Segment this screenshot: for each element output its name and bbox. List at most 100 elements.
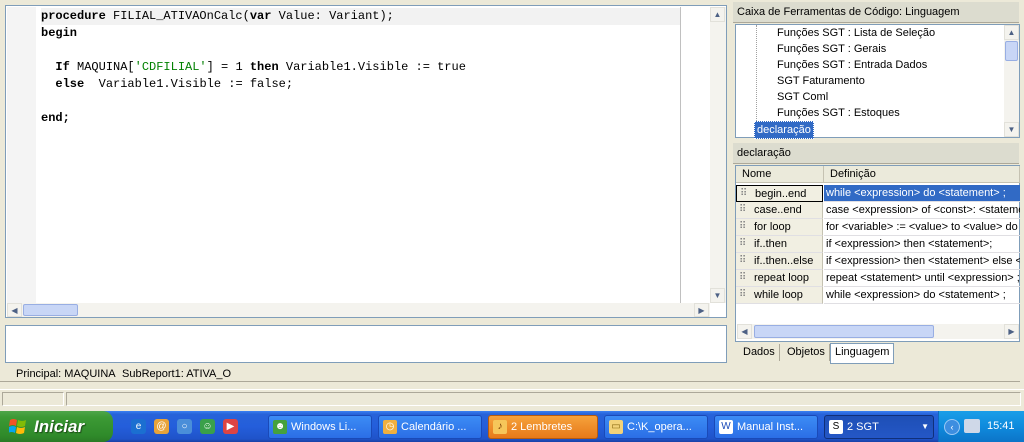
table-row[interactable]: if..then if <expression> then <statement…: [736, 236, 1021, 253]
scroll-up-arrow-icon[interactable]: ▲: [1004, 25, 1019, 40]
people-icon: ☻: [273, 420, 287, 434]
table-row[interactable]: case..end case <expression> of <const>: …: [736, 202, 1021, 219]
tree-item[interactable]: Funções SGT : Entrada Dados: [777, 57, 927, 73]
tab-principal[interactable]: Principal: MAQUINA: [10, 366, 122, 382]
horizontal-scroll-thumb[interactable]: [23, 304, 78, 316]
code-text: MAQUINA[: [69, 60, 135, 74]
start-label: Iniciar: [34, 417, 85, 436]
system-tray: ‹ 15:41: [938, 411, 1024, 442]
code-editor[interactable]: procedure FILIAL_ATIVAOnCalc(var Value: …: [5, 5, 727, 318]
scroll-down-arrow-icon[interactable]: ▼: [710, 288, 725, 303]
tree-item[interactable]: Funções SGT : Lista de Seleção: [777, 25, 935, 41]
code-line[interactable]: else Variable1.Visible := false;: [41, 76, 293, 93]
column-header-name[interactable]: Nome: [736, 166, 824, 183]
table-row[interactable]: begin..end while <expression> do <statem…: [736, 185, 1021, 202]
row-name: repeat loop: [736, 270, 823, 287]
taskbar-button-label: 2 SGT: [847, 421, 879, 433]
grid-horizontal-scrollbar[interactable]: ◀ ▶: [737, 324, 1019, 339]
outlook-icon[interactable]: ○: [177, 419, 192, 434]
taskbar-button-label: Calendário ...: [401, 421, 467, 433]
table-row[interactable]: for loop for <variable> := <value> to <v…: [736, 219, 1021, 236]
start-button[interactable]: Iniciar: [0, 411, 113, 442]
row-definition: while <expression> do <statement> ;: [824, 287, 1020, 304]
code-keyword: else: [55, 77, 85, 91]
row-name: if..then..else: [736, 253, 823, 270]
taskbar-button-manual[interactable]: W Manual Inst...: [714, 415, 818, 439]
tab-subreport1[interactable]: SubReport1: ATIVA_O: [116, 366, 237, 382]
declaration-grid[interactable]: Nome Definição begin..end while <express…: [735, 165, 1020, 342]
tree-item-declaracao[interactable]: declaração: [754, 121, 814, 139]
table-row[interactable]: repeat loop repeat <statement> until <ex…: [736, 270, 1021, 287]
taskbar-button-folder[interactable]: ▭ C:\K_opera...: [604, 415, 708, 439]
tree-vertical-scrollbar[interactable]: ▲ ▼: [1004, 25, 1019, 137]
taskbar-button-sgt[interactable]: S 2 SGT ▼: [824, 415, 934, 439]
calendar-icon: ◷: [383, 420, 397, 434]
row-definition: if <expression> then <statement> else <s…: [824, 253, 1020, 270]
row-definition: for <variable> := <value> to <value> do …: [824, 219, 1020, 236]
tree-item[interactable]: SGT Faturamento: [777, 73, 865, 89]
declaration-title: declaração: [733, 143, 1019, 164]
editor-horizontal-scrollbar[interactable]: ◀ ▶: [7, 303, 710, 317]
scroll-right-arrow-icon[interactable]: ▶: [1004, 324, 1019, 339]
right-margin-line: [680, 7, 681, 303]
taskbar-button-windows-live[interactable]: ☻ Windows Li...: [268, 415, 372, 439]
row-name: begin..end: [736, 185, 823, 202]
tab-objetos[interactable]: Objetos: [783, 344, 830, 361]
taskbar-button-calendario[interactable]: ◷ Calendário ...: [378, 415, 482, 439]
taskbar-button-label: C:\K_opera...: [627, 421, 692, 433]
tree-item[interactable]: Funções SGT : Gerais: [777, 41, 886, 57]
code-lines[interactable]: procedure FILIAL_ATIVAOnCalc(var Value: …: [41, 8, 681, 301]
table-row[interactable]: while loop while <expression> do <statem…: [736, 287, 1021, 304]
row-definition: case <expression> of <const>: <statement: [824, 202, 1020, 219]
mail-icon[interactable]: @: [154, 419, 169, 434]
tab-linguagem[interactable]: Linguagem: [830, 343, 895, 364]
toolbox-title: Caixa de Ferramentas de Código: Linguage…: [733, 2, 1019, 23]
messenger-icon[interactable]: ☺: [200, 419, 215, 434]
internet-explorer-icon[interactable]: e: [131, 419, 146, 434]
panel-tabs: Dados Objetos Linguagem: [735, 343, 1020, 364]
messages-panel[interactable]: [5, 325, 727, 363]
code-toolbox-panel: Caixa de Ferramentas de Código: Linguage…: [733, 0, 1024, 366]
code-keyword: If: [55, 60, 70, 74]
tab-dados[interactable]: Dados: [739, 344, 780, 361]
scroll-left-arrow-icon[interactable]: ◀: [737, 324, 752, 339]
code-keyword: end;: [41, 111, 70, 125]
scroll-up-arrow-icon[interactable]: ▲: [710, 7, 725, 22]
code-keyword: begin: [41, 26, 78, 40]
toolbox-tree[interactable]: Funções SGT : Lista de Seleção Funções S…: [735, 24, 1020, 139]
network-icon[interactable]: [964, 419, 980, 433]
status-cell: [66, 392, 1021, 406]
code-line[interactable]: begin: [41, 25, 77, 42]
media-player-icon[interactable]: ▶: [223, 419, 238, 434]
tray-expand-icon[interactable]: ‹: [944, 419, 960, 435]
bell-icon: ♪: [493, 420, 507, 434]
app-icon: S: [829, 420, 843, 434]
code-line[interactable]: If MAQUINA['CDFILIAL'] = 1 then Variable…: [41, 59, 466, 76]
column-header-definition[interactable]: Definição: [824, 166, 1020, 183]
code-text: Value: Variant);: [271, 9, 394, 23]
scroll-left-arrow-icon[interactable]: ◀: [7, 303, 22, 317]
document-icon: W: [719, 420, 733, 434]
code-text: FILIAL_ATIVAOnCalc(: [105, 9, 250, 23]
code-text: Variable1.Visible := false;: [84, 77, 294, 91]
status-cell: [2, 392, 64, 406]
scroll-right-arrow-icon[interactable]: ▶: [694, 303, 709, 317]
taskbar-button-lembretes[interactable]: ♪ 2 Lembretes: [488, 415, 598, 439]
tree-scroll-thumb[interactable]: [1005, 41, 1018, 61]
scroll-down-arrow-icon[interactable]: ▼: [1004, 122, 1019, 137]
clock[interactable]: 15:41: [987, 411, 1015, 442]
editor-vertical-scrollbar[interactable]: ▲ ▼: [710, 7, 726, 303]
taskbar-button-label: Manual Inst...: [737, 421, 804, 433]
code-line[interactable]: procedure FILIAL_ATIVAOnCalc(var Value: …: [41, 8, 681, 25]
row-definition: while <expression> do <statement> ;: [824, 185, 1020, 202]
table-row[interactable]: if..then..else if <expression> then <sta…: [736, 253, 1021, 270]
taskbar: Iniciar e @ ○ ☺ ▶ ☻ Windows Li... ◷ Cale…: [0, 411, 1024, 442]
tree-item[interactable]: Funções SGT : Estoques: [777, 105, 900, 121]
code-text: Variable1.Visible := true: [278, 60, 466, 74]
tree-item[interactable]: SGT Coml: [777, 89, 828, 105]
code-line[interactable]: end;: [41, 110, 70, 127]
grid-scroll-thumb[interactable]: [754, 325, 934, 338]
code-keyword: then: [249, 60, 279, 74]
